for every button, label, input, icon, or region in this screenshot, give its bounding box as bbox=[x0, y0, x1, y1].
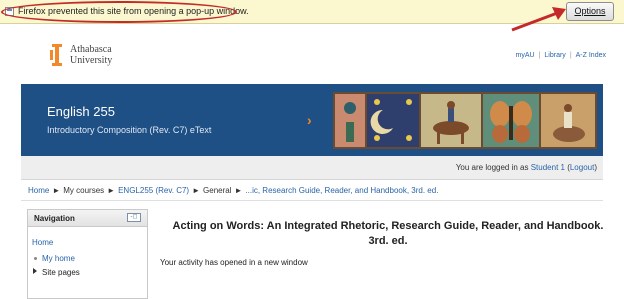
logo-mark-icon bbox=[50, 44, 62, 66]
logout-link[interactable]: Logout bbox=[570, 163, 594, 172]
link-separator: | bbox=[538, 52, 541, 59]
navigation-block: Navigation -◻ Home My home Site pages bbox=[27, 209, 148, 299]
login-info-bar: You are logged in as Student 1 (Logout) bbox=[21, 156, 603, 180]
course-banner: English 255 Introductory Composition (Re… bbox=[21, 84, 603, 156]
link-separator: | bbox=[569, 52, 572, 59]
navigation-header: Navigation -◻ bbox=[28, 210, 147, 227]
expand-arrow-icon[interactable] bbox=[33, 268, 37, 274]
link-myau[interactable]: myAU bbox=[516, 52, 535, 59]
course-subtitle: Introductory Composition (Rev. C7) eText bbox=[47, 125, 212, 135]
breadcrumb-arrow-icon: ► bbox=[234, 186, 243, 195]
nav-item-home[interactable]: Home bbox=[32, 238, 53, 247]
activity-message: Your activity has opened in a new window bbox=[160, 258, 308, 267]
breadcrumb-general[interactable]: General bbox=[203, 186, 231, 195]
breadcrumb: Home ► My courses ► ENGL255 (Rev. C7) ► Genera… bbox=[28, 186, 438, 195]
breadcrumb-arrow-icon: ► bbox=[52, 186, 61, 195]
block-dock-icon[interactable]: -◻ bbox=[127, 213, 141, 222]
breadcrumb-arrow-icon: ► bbox=[107, 186, 116, 195]
breadcrumb-my-courses[interactable]: My courses bbox=[63, 186, 104, 195]
link-library[interactable]: Library bbox=[544, 52, 565, 59]
user-link[interactable]: Student 1 bbox=[531, 163, 565, 172]
breadcrumb-course[interactable]: ENGL255 (Rev. C7) bbox=[118, 186, 189, 195]
login-info: You are logged in as Student 1 (Logout) bbox=[455, 163, 597, 172]
nav-item-my-home[interactable]: My home bbox=[42, 254, 75, 263]
nav-item-site-pages[interactable]: Site pages bbox=[42, 268, 80, 277]
options-button[interactable]: Options bbox=[566, 2, 614, 21]
logo-line-2: University bbox=[70, 55, 113, 66]
quilt-artwork-image bbox=[333, 92, 597, 149]
red-arrow-annotation bbox=[511, 7, 566, 32]
link-a-z-index[interactable]: A-Z Index bbox=[576, 52, 606, 59]
divider bbox=[21, 200, 603, 201]
page-title: Acting on Words: An Integrated Rhetoric,… bbox=[172, 220, 604, 247]
breadcrumb-current[interactable]: ...ic, Research Guide, Reader, and Handb… bbox=[245, 186, 438, 195]
logo-line-1: Athabasca bbox=[70, 44, 112, 55]
bullet-icon bbox=[34, 257, 37, 260]
chevron-right-icon: › bbox=[307, 112, 312, 128]
highlight-ellipse bbox=[1, 1, 237, 23]
browser-window: Firefox prevented this site from opening… bbox=[0, 0, 624, 299]
course-title: English 255 bbox=[47, 104, 115, 119]
athabasca-logo[interactable]: Athabasca University bbox=[50, 44, 130, 68]
breadcrumb-home[interactable]: Home bbox=[28, 186, 49, 195]
navigation-title: Navigation bbox=[34, 214, 75, 223]
breadcrumb-arrow-icon: ► bbox=[192, 186, 201, 195]
top-links: myAU | Library | A-Z Index bbox=[516, 52, 606, 59]
